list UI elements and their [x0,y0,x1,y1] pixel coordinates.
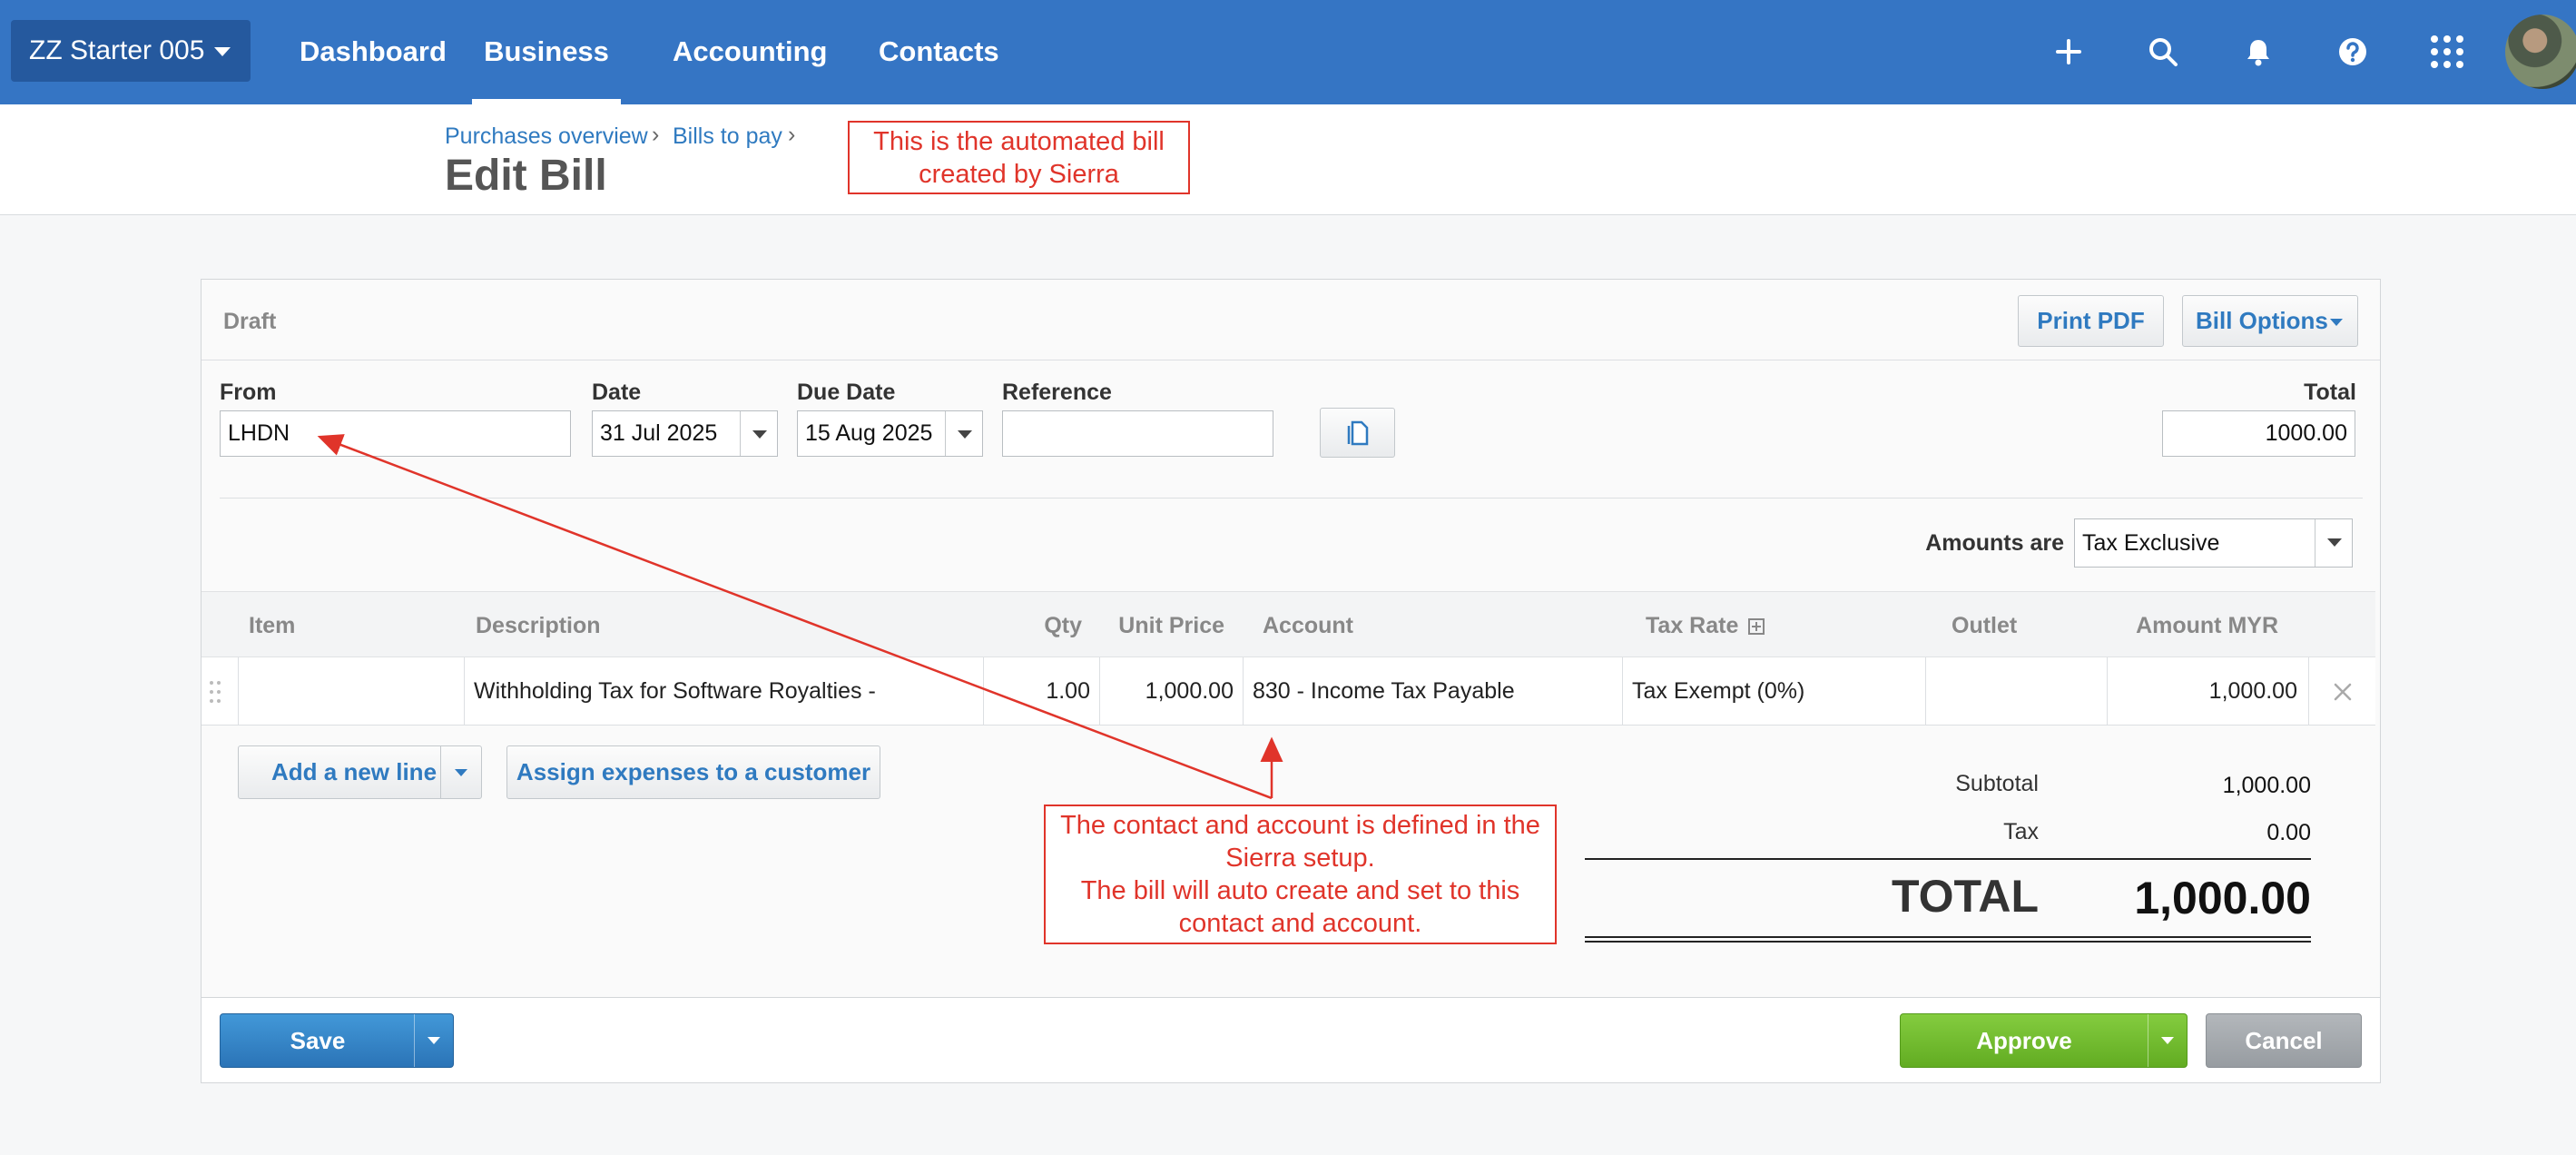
annotation-line: contact and account. [1178,909,1422,938]
annotation-line: The bill will auto create and set to thi… [1080,876,1520,905]
annotation-contact-account: The contact and account is defined in th… [1044,805,1557,944]
annotation-arrows [317,434,1283,800]
approve-options-dropdown[interactable] [2148,1014,2187,1067]
cancel-button[interactable]: Cancel [2206,1013,2362,1068]
approve-label: Approve [1976,1027,2072,1054]
save-options-dropdown[interactable] [414,1014,453,1067]
annotation-line: The contact and account is defined in th… [1060,811,1540,840]
save-button[interactable]: Save [220,1013,454,1068]
annotation-line: Sierra setup. [1225,844,1375,873]
save-label: Save [290,1027,346,1054]
approve-button[interactable]: Approve [1900,1013,2188,1068]
